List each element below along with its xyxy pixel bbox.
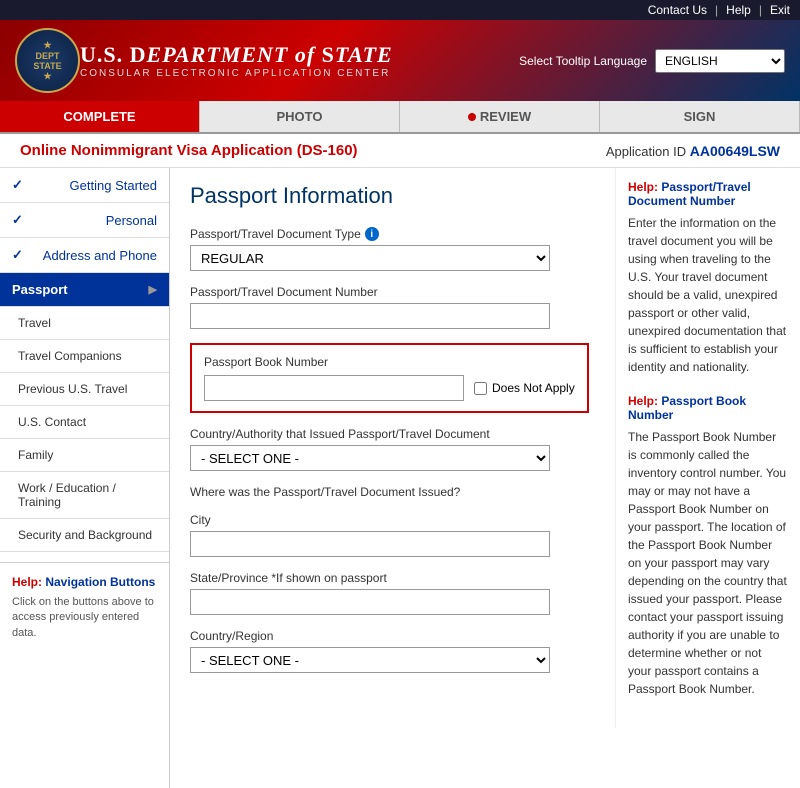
book-number-input[interactable]: [204, 375, 464, 401]
issuing-country-select[interactable]: - SELECT ONE -: [190, 445, 550, 471]
country-group: Country/Region - SELECT ONE -: [190, 629, 595, 673]
content-inner: Passport Information Passport/Travel Doc…: [170, 168, 800, 728]
dept-subtitle: CONSULAR ELECTRONIC APPLICATION CENTER: [80, 68, 519, 79]
city-label: City: [190, 513, 595, 527]
app-id: Application ID AA00649LSW: [606, 143, 780, 159]
doc-number-label: Passport/Travel Document Number: [190, 285, 595, 299]
does-not-apply-row: Does Not Apply: [474, 381, 575, 395]
help-section-1-title: Help: Passport/Travel Document Number: [628, 180, 788, 208]
tooltip-language-select[interactable]: ENGLISH SPANISH FRENCH: [655, 49, 785, 73]
tab-review[interactable]: REVIEW: [400, 101, 600, 132]
sidebar-item-previous-us-travel[interactable]: Previous U.S. Travel: [0, 373, 169, 406]
sidebar-item-work-education[interactable]: Work / Education / Training: [0, 472, 169, 519]
sidebar-item-us-contact[interactable]: U.S. Contact: [0, 406, 169, 439]
book-number-row: Does Not Apply: [204, 375, 575, 401]
doc-type-group: Passport/Travel Document Type i REGULAR …: [190, 227, 595, 271]
doc-number-group: Passport/Travel Document Number: [190, 285, 595, 329]
tab-sign[interactable]: SIGN: [600, 101, 800, 132]
sidebar-item-security-background[interactable]: Security and Background: [0, 519, 169, 552]
sep1: |: [715, 3, 718, 17]
help-section-2: Help: Passport Book Number The Passport …: [628, 394, 788, 698]
help-section-1-text: Enter the information on the travel docu…: [628, 214, 788, 376]
sidebar-help: Help: Navigation Buttons Click on the bu…: [0, 562, 169, 653]
does-not-apply-label: Does Not Apply: [492, 381, 575, 395]
state-label: State/Province *If shown on passport: [190, 571, 595, 585]
sidebar-item-getting-started[interactable]: Getting Started: [0, 168, 169, 203]
doc-type-label: Passport/Travel Document Type i: [190, 227, 595, 241]
app-id-bar: Online Nonimmigrant Visa Application (DS…: [0, 134, 800, 168]
help-section-1: Help: Passport/Travel Document Number En…: [628, 180, 788, 376]
issuing-country-group: Country/Authority that Issued Passport/T…: [190, 427, 595, 471]
sep2: |: [759, 3, 762, 17]
book-number-label: Passport Book Number: [204, 355, 575, 369]
top-bar: Contact Us | Help | Exit: [0, 0, 800, 20]
country-label: Country/Region: [190, 629, 595, 643]
sidebar-help-title: Help: Navigation Buttons: [12, 575, 157, 589]
sidebar-item-passport[interactable]: Passport ▶: [0, 273, 169, 307]
sidebar-help-text: Click on the buttons above to access pre…: [12, 595, 157, 641]
passport-arrow-icon: ▶: [149, 283, 157, 296]
header: ★DEPTSTATE★ U.S. DEPARTMENT of STATE CON…: [0, 20, 800, 101]
doc-type-select[interactable]: REGULAR OFFICIAL DIPLOMATIC: [190, 245, 550, 271]
sidebar: Getting Started Personal Address and Pho…: [0, 168, 170, 788]
tab-photo[interactable]: PHOTO: [200, 101, 400, 132]
form-section: Passport Information Passport/Travel Doc…: [170, 168, 615, 728]
sidebar-item-personal[interactable]: Personal: [0, 203, 169, 238]
issued-where-group: Where was the Passport/Travel Document I…: [190, 485, 595, 499]
nav-tabs: COMPLETE PHOTO REVIEW SIGN: [0, 101, 800, 134]
tooltip-label: Select Tooltip Language: [519, 54, 647, 68]
help-section-2-title: Help: Passport Book Number: [628, 394, 788, 422]
doc-type-info-icon[interactable]: i: [365, 227, 379, 241]
help-link[interactable]: Help: [726, 3, 751, 17]
passport-book-box: Passport Book Number Does Not Apply: [190, 343, 589, 413]
sidebar-item-travel-companions[interactable]: Travel Companions: [0, 340, 169, 373]
sidebar-item-address-phone[interactable]: Address and Phone: [0, 238, 169, 273]
city-group: City: [190, 513, 595, 557]
doc-number-input[interactable]: [190, 303, 550, 329]
help-panel: Help: Passport/Travel Document Number En…: [615, 168, 800, 728]
help-section-2-text: The Passport Book Number is commonly cal…: [628, 428, 788, 698]
header-right: Select Tooltip Language ENGLISH SPANISH …: [519, 49, 785, 73]
issuing-country-label: Country/Authority that Issued Passport/T…: [190, 427, 595, 441]
tab-complete[interactable]: COMPLETE: [0, 101, 200, 132]
app-title: Online Nonimmigrant Visa Application (DS…: [20, 142, 358, 159]
state-input[interactable]: [190, 589, 550, 615]
does-not-apply-checkbox[interactable]: [474, 382, 487, 395]
main-layout: Getting Started Personal Address and Pho…: [0, 168, 800, 788]
exit-link[interactable]: Exit: [770, 3, 790, 17]
sidebar-item-family[interactable]: Family: [0, 439, 169, 472]
review-dot: [468, 113, 476, 121]
issued-where-label: Where was the Passport/Travel Document I…: [190, 485, 595, 499]
contact-us-link[interactable]: Contact Us: [648, 3, 707, 17]
city-input[interactable]: [190, 531, 550, 557]
header-title: U.S. DEPARTMENT of STATE CONSULAR ELECTR…: [80, 42, 519, 79]
country-select[interactable]: - SELECT ONE -: [190, 647, 550, 673]
page-heading: Passport Information: [190, 183, 595, 209]
sidebar-item-travel[interactable]: Travel: [0, 307, 169, 340]
state-group: State/Province *If shown on passport: [190, 571, 595, 615]
content-area: Passport Information Passport/Travel Doc…: [170, 168, 800, 788]
logo: ★DEPTSTATE★: [15, 28, 80, 93]
